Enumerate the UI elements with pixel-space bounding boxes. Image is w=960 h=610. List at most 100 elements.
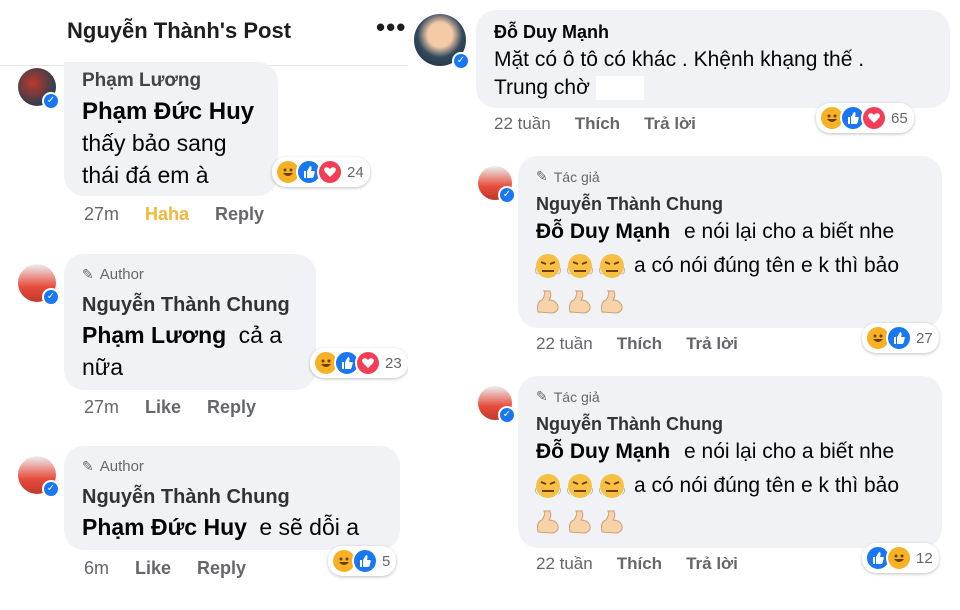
comment-mention[interactable]: Phạm Đức Huy bbox=[82, 98, 254, 126]
reply-button[interactable]: Reply bbox=[197, 558, 246, 579]
reaction-summary[interactable]: 27 bbox=[862, 323, 939, 353]
like-button[interactable]: Like bbox=[135, 558, 171, 579]
pencil-icon: ✎ bbox=[536, 388, 548, 404]
comment-time[interactable]: 22 tuần bbox=[536, 554, 593, 574]
comment-actions: 22 tuần Thích Trả lời bbox=[536, 334, 738, 354]
comment-text-line: nữa bbox=[82, 354, 123, 380]
emoji-row bbox=[534, 252, 626, 280]
flexed-bicep-emoji-icon bbox=[601, 290, 623, 314]
comment-text: e nói lại cho a biết nhe bbox=[684, 220, 895, 243]
comment-time[interactable]: 22 tuần bbox=[494, 114, 551, 134]
comment-text-line: Đỗ Duy Mạnh e nói lại cho a biết nhe bbox=[536, 220, 894, 244]
verified-badge-icon: ✓ bbox=[42, 92, 60, 110]
comment-text: a có nói đúng tên e k thì bảo bbox=[634, 474, 900, 497]
verified-badge-icon: ✓ bbox=[498, 406, 516, 424]
comment-bubble: Phạm Lương Phạm Đức Huy thấy bảo sang th… bbox=[64, 62, 278, 196]
flexed-bicep-emoji-icon bbox=[601, 510, 623, 534]
comment-time[interactable]: 6m bbox=[84, 558, 109, 579]
comment-actions: 27m Haha Reply bbox=[84, 204, 264, 225]
comment-actions: 27m Like Reply bbox=[84, 397, 256, 418]
verified-badge-icon: ✓ bbox=[42, 288, 60, 306]
comment-text: a có nói đúng tên e k thì bảo bbox=[634, 254, 900, 277]
avatar[interactable]: ✓ bbox=[414, 14, 470, 70]
comment-time[interactable]: 27m bbox=[84, 204, 119, 225]
comment-mention[interactable]: Đỗ Duy Mạnh bbox=[536, 220, 670, 243]
love-reaction-icon bbox=[861, 105, 887, 131]
comment-time[interactable]: 27m bbox=[84, 397, 119, 418]
emoji-row bbox=[534, 508, 626, 536]
like-button[interactable]: Thích bbox=[575, 114, 620, 134]
author-tag: ✎ Tác giả bbox=[536, 168, 600, 185]
comment-text: cả a bbox=[238, 322, 283, 348]
angry-face-emoji-icon bbox=[534, 474, 562, 498]
reaction-count: 27 bbox=[916, 329, 933, 347]
haha-reaction-icon bbox=[886, 545, 912, 571]
like-button[interactable]: Like bbox=[145, 397, 181, 418]
avatar[interactable]: ✓ bbox=[18, 456, 60, 498]
comment-text: e nói lại cho a biết nhe bbox=[684, 440, 895, 463]
reaction-summary[interactable]: 23 bbox=[310, 348, 408, 378]
reaction-summary[interactable]: 12 bbox=[862, 543, 939, 573]
comment-text-line: a có nói đúng tên e k thì bảo bbox=[534, 252, 899, 280]
comment-mention[interactable]: Phạm Lương bbox=[82, 322, 226, 348]
comment-author[interactable]: Nguyễn Thành Chung bbox=[536, 414, 723, 435]
avatar[interactable]: ✓ bbox=[478, 166, 516, 204]
comment-author[interactable]: Đỗ Duy Mạnh bbox=[494, 22, 609, 43]
comment-bubble: ✎ Tác giả Nguyễn Thành Chung Đỗ Duy Mạnh… bbox=[518, 156, 942, 328]
author-tag-label: Tác giả bbox=[553, 388, 600, 405]
author-tag: ✎ Author bbox=[82, 266, 144, 283]
comment-text-line: Đỗ Duy Mạnh e nói lại cho a biết nhe bbox=[536, 440, 894, 464]
reply-button[interactable]: Reply bbox=[215, 204, 264, 225]
angry-face-emoji-icon bbox=[566, 254, 594, 278]
love-reaction-icon bbox=[317, 159, 343, 185]
reply-button[interactable]: Trả lời bbox=[644, 114, 696, 134]
like-reaction-icon bbox=[352, 548, 378, 574]
comment-text-line: Phạm Đức Huy e sẽ dỗi a bbox=[82, 514, 359, 541]
flexed-bicep-emoji-icon bbox=[537, 510, 559, 534]
angry-face-emoji-icon bbox=[598, 474, 626, 498]
author-tag-label: Author bbox=[99, 458, 144, 475]
comment-time[interactable]: 22 tuần bbox=[536, 334, 593, 354]
reaction-summary[interactable]: 5 bbox=[328, 546, 397, 576]
redacted-area bbox=[595, 76, 644, 101]
haha-button[interactable]: Haha bbox=[145, 204, 189, 225]
comment-author[interactable]: Phạm Lương bbox=[82, 70, 201, 92]
post-title: Nguyễn Thành's Post bbox=[67, 18, 292, 43]
reply-button[interactable]: Reply bbox=[207, 397, 256, 418]
author-tag: ✎ Tác giả bbox=[536, 388, 600, 405]
pencil-icon: ✎ bbox=[536, 168, 548, 184]
comment-mention[interactable]: Đỗ Duy Mạnh bbox=[536, 440, 670, 463]
reply-button[interactable]: Trả lời bbox=[686, 334, 738, 354]
reaction-count: 24 bbox=[347, 163, 364, 181]
avatar[interactable]: ✓ bbox=[18, 264, 60, 306]
comment-bubble: ✎ Author Nguyễn Thành Chung Phạm Đức Huy… bbox=[64, 446, 400, 550]
reaction-summary[interactable]: 24 bbox=[272, 157, 370, 187]
like-button[interactable]: Thích bbox=[617, 554, 662, 574]
avatar[interactable]: ✓ bbox=[18, 68, 60, 110]
comment-text-line: a có nói đúng tên e k thì bảo bbox=[534, 472, 899, 500]
comment-actions: 22 tuần Thích Trả lời bbox=[536, 554, 738, 574]
more-options-button[interactable]: ••• bbox=[376, 14, 406, 40]
reaction-summary[interactable]: 65 bbox=[816, 103, 914, 133]
verified-badge-icon: ✓ bbox=[498, 186, 516, 204]
verified-badge-icon: ✓ bbox=[452, 52, 470, 70]
comment-actions: 6m Like Reply bbox=[84, 558, 246, 579]
comment-author[interactable]: Nguyễn Thành Chung bbox=[82, 486, 290, 509]
like-button[interactable]: Thích bbox=[617, 334, 662, 354]
author-tag-label: Author bbox=[99, 266, 144, 283]
flexed-bicep-emoji-icon bbox=[569, 510, 591, 534]
comment-bubble: ✎ Tác giả Nguyễn Thành Chung Đỗ Duy Mạnh… bbox=[518, 376, 942, 548]
reaction-count: 12 bbox=[916, 549, 933, 567]
comment-text-line: Phạm Lương cả a bbox=[82, 322, 282, 349]
comment-text-line: Mặt có ô tô có khác . Khệnh khạng thế . bbox=[494, 48, 865, 71]
comment-author[interactable]: Nguyễn Thành Chung bbox=[536, 194, 723, 215]
emoji-row bbox=[534, 472, 626, 500]
avatar[interactable]: ✓ bbox=[478, 386, 516, 424]
like-reaction-icon bbox=[886, 325, 912, 351]
comment-text-line: Trung chờ bbox=[494, 76, 644, 101]
comment-actions: 22 tuần Thích Trả lời bbox=[494, 114, 696, 134]
reply-button[interactable]: Trả lời bbox=[686, 554, 738, 574]
comment-author[interactable]: Nguyễn Thành Chung bbox=[82, 294, 290, 317]
love-reaction-icon bbox=[355, 350, 381, 376]
comment-mention[interactable]: Phạm Đức Huy bbox=[82, 514, 247, 540]
